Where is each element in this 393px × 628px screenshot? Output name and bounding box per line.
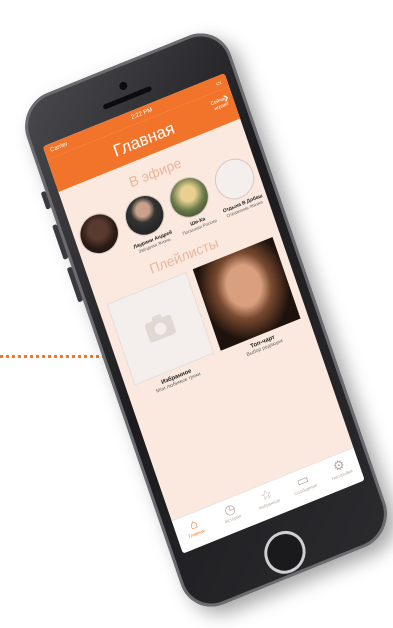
phone-mockup: Carrier 2:22 PM ▭ Главная Сейчас играет … — [15, 23, 393, 617]
app-screen: Carrier 2:22 PM ▭ Главная Сейчас играет … — [42, 73, 365, 554]
live-item[interactable]: Отдыха В Добаш Отражения Жизни — [208, 152, 265, 219]
home-button — [258, 524, 312, 581]
avatar — [74, 207, 125, 261]
volume-up-button — [52, 223, 69, 260]
battery-icon: ▭ — [215, 79, 223, 88]
tab-bar: ⌂ Главная ◷ История ☆ Избранное ▭ Сообще… — [171, 447, 365, 554]
mute-switch — [40, 190, 52, 210]
camera-icon — [143, 314, 177, 344]
promo-scene: Carrier 2:22 PM ▭ Главная Сейчас играет … — [0, 0, 393, 628]
volume-down-button — [66, 266, 84, 303]
front-camera — [118, 80, 129, 92]
